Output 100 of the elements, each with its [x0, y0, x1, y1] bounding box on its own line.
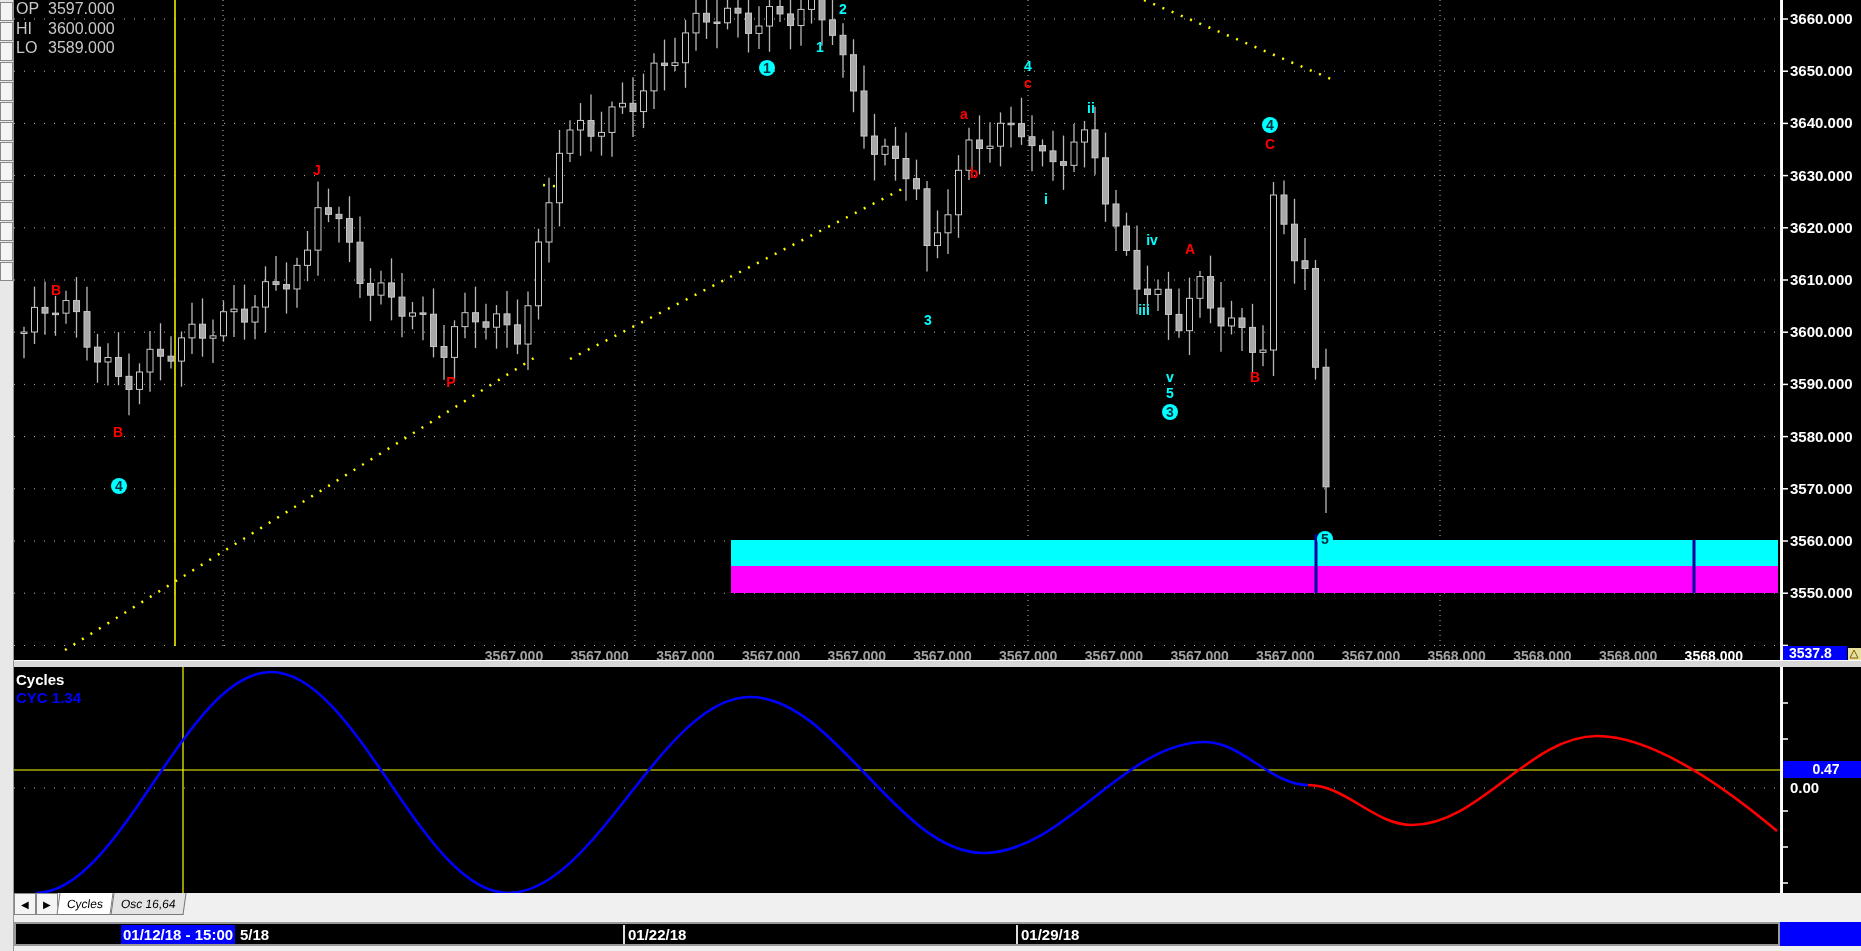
toolbar-button[interactable] — [0, 222, 13, 241]
candle — [20, 326, 28, 359]
candle — [1165, 271, 1172, 341]
wave-label: B — [112, 424, 124, 440]
price-label: 3640.000 — [1790, 114, 1853, 132]
toolbar-button[interactable] — [0, 102, 13, 121]
candle — [661, 38, 668, 92]
price-label: 3630.000 — [1790, 166, 1853, 184]
candle — [430, 287, 437, 359]
wave-label: 4 — [1266, 117, 1274, 133]
price-label: 3610.000 — [1790, 271, 1853, 288]
candle — [241, 283, 248, 341]
candle — [304, 230, 311, 282]
wave-label: iv — [1146, 232, 1158, 248]
candle — [1007, 106, 1015, 149]
candle — [31, 285, 38, 345]
date-label: 01/29/18 — [1016, 925, 1080, 944]
scroll-button[interactable]: ◀ — [14, 893, 36, 915]
oscillator-marker: 0.47 — [1783, 761, 1861, 778]
candle — [367, 267, 374, 322]
candle — [944, 188, 952, 255]
panel-title: Cycles — [16, 671, 65, 688]
wave-label: 1 — [763, 60, 771, 76]
wave-label: i — [1044, 191, 1048, 207]
candle — [1081, 120, 1088, 169]
toolbar-button[interactable] — [0, 162, 13, 181]
toolbar-button[interactable] — [0, 62, 13, 81]
price-label: 3650.000 — [1790, 62, 1853, 80]
toolbar-button[interactable] — [0, 22, 13, 41]
wave-label: 5 — [1321, 531, 1329, 547]
candle — [461, 292, 469, 339]
candle — [1228, 300, 1235, 336]
wave-label: 5 — [1166, 385, 1174, 401]
wave-label: 3 — [1166, 404, 1174, 420]
candle — [251, 294, 259, 340]
candle — [619, 81, 626, 115]
candle — [514, 298, 521, 355]
candle — [62, 290, 70, 325]
date-label: 5/18 — [239, 925, 270, 944]
candle — [566, 119, 574, 163]
wave-label: 2 — [839, 1, 847, 17]
price-label: 3550.000 — [1790, 584, 1853, 602]
zone-marker-line — [1692, 540, 1696, 593]
candle — [293, 257, 301, 309]
candle — [608, 100, 616, 158]
candle — [115, 331, 122, 386]
ohlc-label: OP — [16, 0, 40, 17]
indicator-value: CYC 1.34 — [16, 689, 82, 706]
candle — [1175, 287, 1183, 339]
panel-tab[interactable]: Cycles — [56, 893, 114, 915]
candle — [986, 121, 994, 164]
candle — [902, 131, 910, 202]
scroll-button[interactable]: ▶ — [36, 893, 58, 915]
wave-label: P — [446, 374, 456, 390]
price-label: 3590.000 — [1790, 375, 1853, 393]
toolbar-button[interactable] — [0, 82, 13, 101]
toolbar-button[interactable] — [0, 182, 13, 201]
toolbar-button[interactable] — [0, 142, 13, 161]
zone-marker-line — [1314, 534, 1318, 593]
candle — [409, 301, 416, 330]
wave-label: 3 — [924, 312, 932, 328]
candle — [167, 335, 175, 370]
candle — [587, 93, 595, 153]
wave-label: B — [50, 282, 62, 298]
candle — [157, 322, 164, 382]
candle — [335, 206, 343, 244]
wave-label: ii — [1087, 100, 1095, 116]
wave-label: J — [313, 162, 321, 178]
price-label: 3660.000 — [1790, 10, 1853, 27]
candle — [1123, 212, 1130, 257]
candle — [776, 0, 784, 23]
wave-label: b — [969, 165, 979, 181]
scale-icon — [1848, 648, 1861, 660]
wave-label: v — [1166, 369, 1174, 385]
toolbar-button[interactable] — [0, 262, 13, 281]
candle — [1154, 278, 1162, 312]
candle — [440, 324, 448, 381]
candle — [178, 330, 185, 388]
wave-label: A — [1184, 241, 1196, 257]
toolbar-button[interactable] — [0, 2, 13, 21]
candle — [94, 333, 101, 384]
ohlc-label: HI — [16, 19, 32, 37]
ohlc-label: LO — [16, 39, 38, 56]
panel-tab[interactable]: Osc 16,64 — [110, 893, 187, 915]
wave-label: 4 — [115, 478, 123, 494]
price-label: 3620.000 — [1790, 218, 1853, 236]
toolbar-button[interactable] — [0, 242, 13, 261]
candle — [1018, 97, 1025, 146]
toolbar-button[interactable] — [0, 122, 13, 141]
toolbar-button[interactable] — [0, 42, 13, 61]
candle — [1249, 303, 1256, 374]
ohlc-value: 3600.000 — [48, 19, 115, 37]
wave-label: iii — [1138, 302, 1150, 318]
price-marker: 3537.8 — [1783, 645, 1847, 660]
candle — [650, 52, 658, 110]
candle — [1280, 179, 1288, 235]
toolbar-button[interactable] — [0, 202, 13, 221]
candle — [325, 187, 332, 223]
candle — [871, 113, 878, 182]
wave-label: 4 — [1024, 58, 1032, 74]
